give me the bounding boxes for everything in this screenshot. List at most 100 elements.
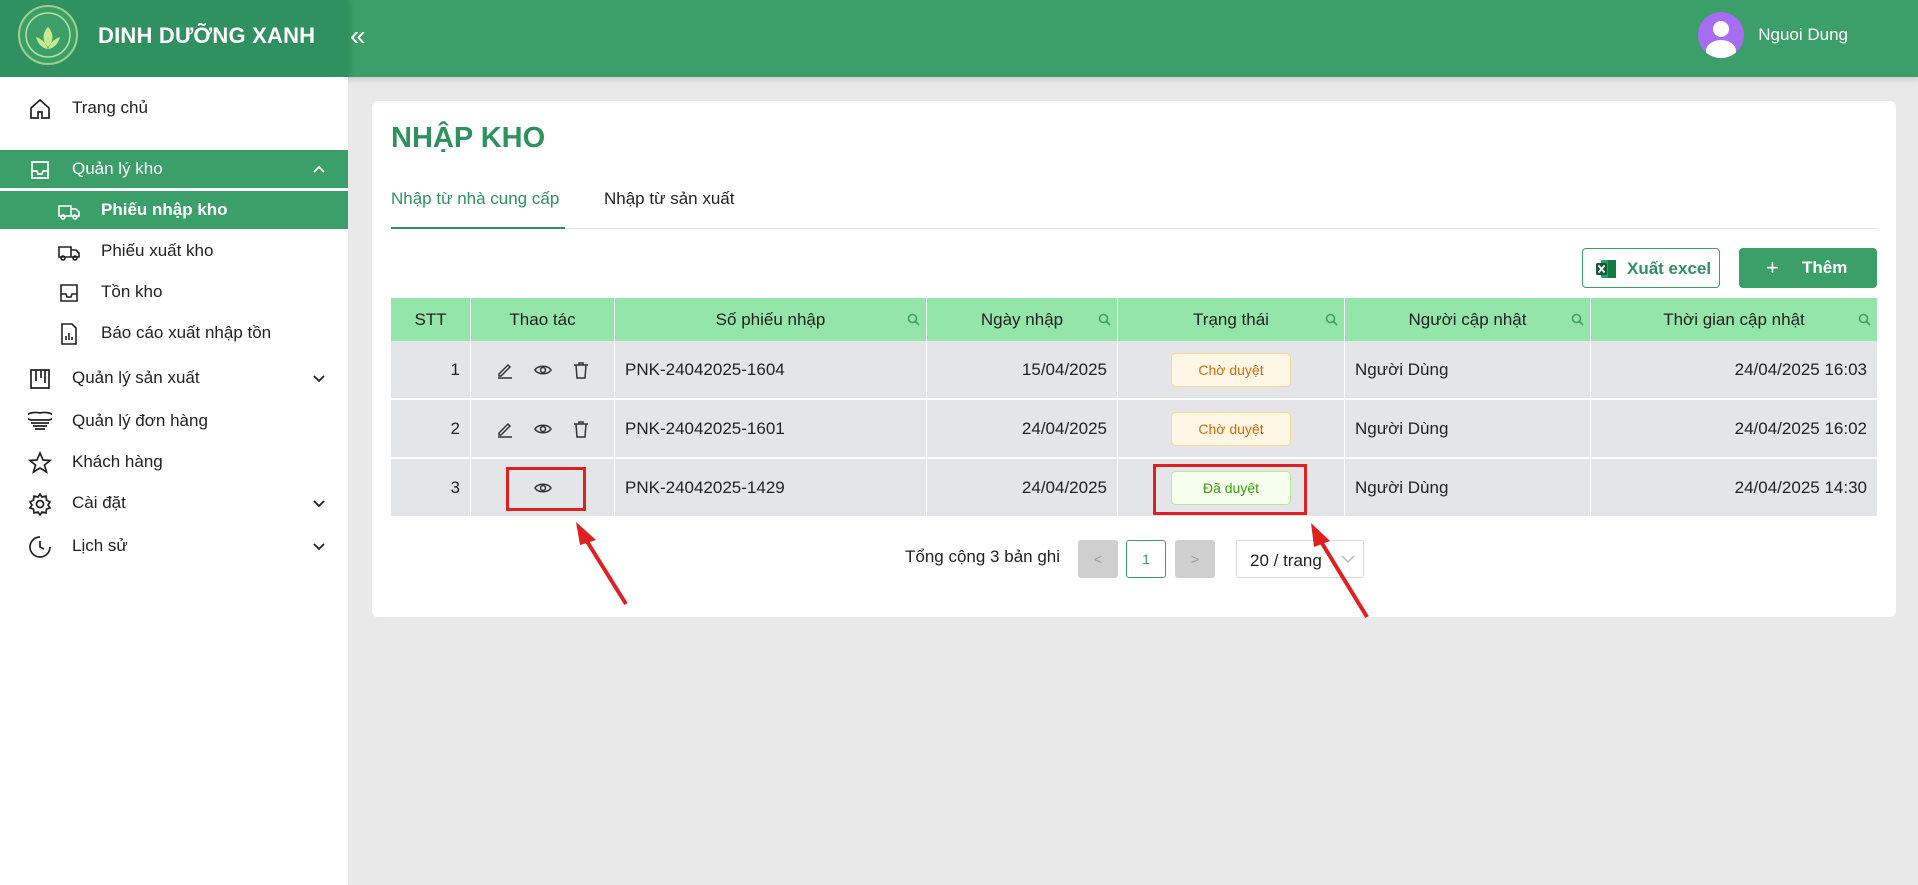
cell-code: PNK-24042025-1604 xyxy=(615,341,927,399)
column-header: Người cập nhật xyxy=(1345,298,1591,341)
sidebar-item-label: Phiếu xuất kho xyxy=(101,241,214,260)
table-header: STT Thao tác Số phiếu nhập Ngày nhập Trạ… xyxy=(391,298,1877,341)
total-records: Tổng cộng 3 bản ghi xyxy=(905,547,1061,566)
user-name: Nguoi Dung xyxy=(1758,25,1848,44)
inbox-icon xyxy=(31,161,49,179)
table-row: 1 PNK-24042025-1604 15/04/2025 Chờ duyệt… xyxy=(391,341,1877,399)
history-icon xyxy=(29,536,51,558)
cell-user: Người Dùng xyxy=(1345,459,1591,517)
search-icon[interactable] xyxy=(1858,313,1871,326)
trash-icon[interactable] xyxy=(571,419,591,439)
tab-production-import[interactable]: Nhập từ sản xuất xyxy=(604,189,734,229)
report-icon xyxy=(61,323,77,345)
page-title: NHẬP KHO xyxy=(391,122,546,154)
sidebar-item-home[interactable]: Trang chủ xyxy=(0,89,348,127)
column-header-label: Ngày nhập xyxy=(980,309,1064,329)
sidebar-item-label: Trang chủ xyxy=(72,98,148,117)
cell-updated: 24/04/2025 16:02 xyxy=(1734,419,1867,438)
cell-date: 24/04/2025 xyxy=(927,400,1118,458)
cell-actions xyxy=(471,400,615,458)
status-badge: Chờ duyệt xyxy=(1171,412,1291,446)
truck-out-icon xyxy=(58,246,80,261)
export-excel-label: Xuất excel xyxy=(1627,259,1712,278)
main-card: NHẬP KHO Nhập từ nhà cung cấp Nhập từ sả… xyxy=(372,101,1896,617)
page-size-value: 20 / trang xyxy=(1250,551,1322,570)
column-header-label: STT xyxy=(414,309,447,329)
edit-icon[interactable] xyxy=(495,419,515,439)
table-row: 3 PNK-24042025-1429 24/04/2025 Đã duyệt … xyxy=(391,459,1877,517)
sidebar-item-export-slip[interactable]: Phiếu xuất kho xyxy=(0,232,348,270)
factory-icon xyxy=(30,369,50,389)
chevron-down-icon xyxy=(313,500,325,508)
sidebar-item-label: Báo cáo xuất nhập tồn xyxy=(101,323,272,342)
tab-bar: Nhập từ nhà cung cấp Nhập từ sản xuất xyxy=(391,187,1877,229)
column-header: Thao tác xyxy=(471,298,615,341)
column-header-label: Thời gian cập nhật xyxy=(1663,309,1805,329)
export-excel-button[interactable]: Xuất excel xyxy=(1582,248,1720,288)
next-page-button[interactable]: > xyxy=(1175,540,1215,578)
sidebar-item-report[interactable]: Báo cáo xuất nhập tồn xyxy=(0,314,348,352)
sidebar-item-label: Quản lý đơn hàng xyxy=(72,411,208,430)
prev-page-button[interactable]: < xyxy=(1078,540,1118,578)
add-button[interactable]: + Thêm xyxy=(1739,248,1877,288)
plus-icon: + xyxy=(1766,255,1779,280)
search-icon[interactable] xyxy=(1571,313,1584,326)
eye-icon[interactable] xyxy=(533,360,553,380)
page-size-select[interactable]: 20 / trang xyxy=(1236,540,1364,578)
user-menu[interactable]: Nguoi Dung xyxy=(1698,12,1848,58)
excel-icon xyxy=(1596,260,1616,278)
sidebar-item-warehouse[interactable]: Quản lý kho xyxy=(0,150,348,188)
cell-code: PNK-24042025-1601 xyxy=(615,400,927,458)
chevron-down-icon xyxy=(1341,555,1355,564)
edit-icon[interactable] xyxy=(495,360,515,380)
sidebar-item-customers[interactable]: Khách hàng xyxy=(0,443,348,481)
sidebar-item-label: Cài đặt xyxy=(72,493,126,512)
gear-icon xyxy=(28,492,52,516)
column-header-label: Trạng thái xyxy=(1193,309,1269,329)
column-header: Ngày nhập xyxy=(927,298,1118,341)
add-label: Thêm xyxy=(1802,258,1848,277)
avatar xyxy=(1698,12,1745,58)
sidebar-item-settings[interactable]: Cài đặt xyxy=(0,484,348,522)
search-icon[interactable] xyxy=(907,313,920,326)
chevron-down-icon xyxy=(313,543,325,551)
truck-in-icon xyxy=(58,205,80,220)
top-bar: DINH DƯỠNG XANH « Nguoi Dung xyxy=(0,0,1918,77)
cell-stt: 1 xyxy=(391,341,471,399)
logo-icon xyxy=(18,5,78,65)
search-icon[interactable] xyxy=(1325,313,1338,326)
column-header-label: Thao tác xyxy=(509,309,576,329)
sidebar-item-label: Quản lý kho xyxy=(72,159,163,178)
home-icon xyxy=(30,98,50,119)
column-header: Thời gian cập nhật xyxy=(1591,298,1877,341)
highlight-view-action xyxy=(506,467,586,511)
cell-updated: 24/04/2025 14:30 xyxy=(1734,478,1867,497)
chevron-down-icon xyxy=(313,375,325,383)
eye-icon[interactable] xyxy=(533,419,553,439)
sidebar-item-label: Tồn kho xyxy=(101,282,163,301)
column-header: Trạng thái xyxy=(1118,298,1345,341)
collapse-sidebar-icon[interactable]: « xyxy=(350,20,366,52)
inbox-icon xyxy=(60,284,78,302)
search-icon[interactable] xyxy=(1098,313,1111,326)
sidebar-item-inventory[interactable]: Tồn kho xyxy=(0,273,348,311)
page-button[interactable]: 1 xyxy=(1126,540,1166,578)
cell-code: PNK-24042025-1429 xyxy=(615,459,927,517)
tab-supplier-import[interactable]: Nhập từ nhà cung cấp xyxy=(391,189,565,229)
cell-actions xyxy=(471,341,615,399)
table-row: 2 PNK-24042025-1601 24/04/2025 Chờ duyệt… xyxy=(391,400,1877,458)
sidebar-item-history[interactable]: Lịch sử xyxy=(0,527,348,565)
brand-name: DINH DƯỠNG XANH xyxy=(98,23,316,48)
sidebar-item-label: Phiếu nhập kho xyxy=(101,200,228,219)
sidebar-item-production[interactable]: Quản lý sản xuất xyxy=(0,359,348,397)
status-badge: Chờ duyệt xyxy=(1171,353,1291,387)
sidebar-item-label: Khách hàng xyxy=(72,452,163,471)
cell-status: Chờ duyệt xyxy=(1118,341,1345,399)
sidebar-item-orders[interactable]: Quản lý đơn hàng xyxy=(0,402,348,440)
trash-icon[interactable] xyxy=(571,360,591,380)
chevron-up-icon xyxy=(313,165,325,173)
star-icon xyxy=(28,451,52,474)
column-header-label: Người cập nhật xyxy=(1408,309,1527,329)
sidebar-item-import-slip[interactable]: Phiếu nhập kho xyxy=(0,191,348,229)
column-header: Số phiếu nhập xyxy=(615,298,927,341)
